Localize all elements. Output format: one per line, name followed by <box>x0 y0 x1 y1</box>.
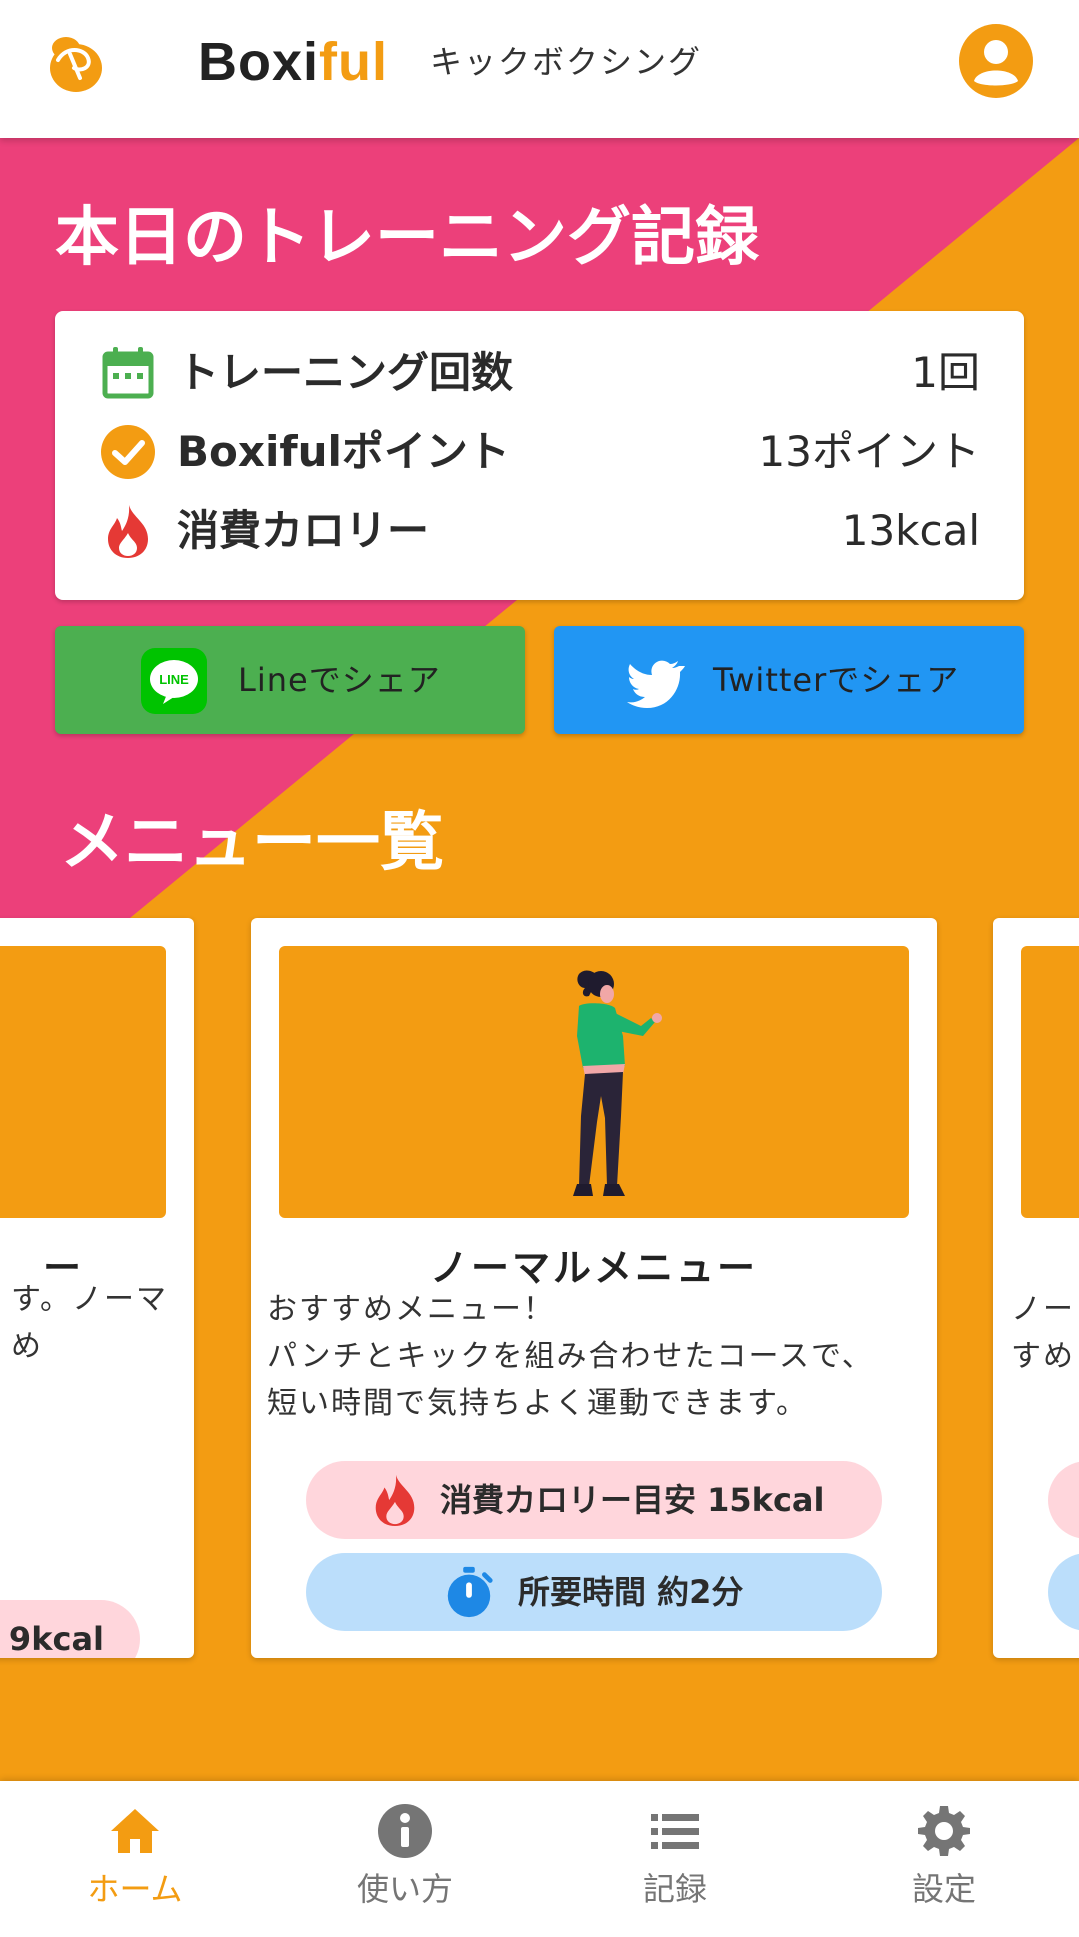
share-twitter-label: Twitterでシェア <box>713 661 960 699</box>
menu-card[interactable]: ノー すめ <box>993 918 1079 1658</box>
stat-calories: 消費カロリー 13kcal <box>55 495 1024 565</box>
nav-label: 記録 <box>642 1870 707 1908</box>
menu-card-description: ノー すめ <box>1011 1292 1075 1374</box>
share-twitter-button[interactable]: Twitterでシェア <box>554 626 1024 734</box>
today-title: 本日のトレーニング記録 <box>55 201 759 275</box>
time-pill <box>1048 1553 1079 1631</box>
line-icon-text: LINE <box>159 672 189 687</box>
stopwatch-icon <box>447 1566 493 1618</box>
brand-title: Boxiful <box>198 32 389 92</box>
stat-value: 13ポイント <box>758 427 980 476</box>
nav-records[interactable]: 記録 <box>540 1781 810 1937</box>
nav-label: 設定 <box>911 1870 976 1908</box>
app-subtitle: キックボクシング <box>430 43 703 81</box>
check-circle-icon <box>101 425 155 479</box>
menu-card[interactable]: ー す。ノーマ め 9kcal 分 <box>0 918 194 1658</box>
menu-card-normal[interactable]: ノーマルメニュー おすすめメニュー！ パンチとキックを組み合わせたコースで、 短… <box>251 918 937 1658</box>
menu-card-image <box>279 946 909 1218</box>
calorie-pill: 9kcal <box>0 1600 140 1658</box>
calorie-text: 9kcal <box>8 1620 104 1658</box>
info-icon <box>378 1804 432 1858</box>
calendar-icon <box>102 347 154 399</box>
menu-card-description: す。ノーマ め <box>11 1282 168 1364</box>
stat-value: 13kcal <box>841 506 980 555</box>
bottom-navigation: ホーム 使い方 記録 設定 <box>0 1781 1079 1937</box>
flame-icon <box>375 1474 415 1527</box>
main-content: 本日のトレーニング記録 トレーニング回数 1回 Boxifulポイント 13ポイ… <box>0 138 1079 1781</box>
gear-icon <box>918 1806 970 1856</box>
time-text: 所要時間 約2分 <box>518 1573 744 1611</box>
list-icon <box>651 1814 699 1849</box>
woman-illustration <box>573 970 662 1196</box>
nav-how-to-use[interactable]: 使い方 <box>270 1781 540 1937</box>
home-icon <box>111 1809 159 1853</box>
flame-icon <box>108 505 148 558</box>
stat-label: 消費カロリー <box>177 506 430 555</box>
training-stats-card: トレーニング回数 1回 Boxifulポイント 13ポイント 消費カロリー 13… <box>55 311 1024 600</box>
share-line-button[interactable]: LINE Lineでシェア <box>55 626 525 734</box>
menu-card-image <box>0 946 166 1218</box>
stat-label: Boxifulポイント <box>177 427 510 476</box>
share-line-label: Lineでシェア <box>238 661 441 699</box>
menu-card-image <box>1021 946 1079 1218</box>
stat-training-count: トレーニング回数 1回 <box>55 337 1024 407</box>
line-icon: LINE <box>141 648 207 714</box>
time-pill: 所要時間 約2分 <box>306 1553 882 1631</box>
calorie-pill: 消費カロリー目安 15kcal <box>306 1461 882 1539</box>
nav-label: ホーム <box>87 1870 183 1908</box>
menu-title: メニュー一覧 <box>60 806 444 880</box>
stat-boxiful-points: Boxifulポイント 13ポイント <box>55 416 1024 486</box>
menu-card-description: おすすめメニュー！ パンチとキックを組み合わせたコースで、 短い時間で気持ちよく… <box>267 1292 874 1421</box>
account-icon[interactable] <box>958 23 1034 99</box>
app-header: Boxiful キックボクシング <box>0 0 1079 138</box>
calorie-pill <box>1048 1461 1079 1539</box>
nav-label: 使い方 <box>356 1870 453 1908</box>
boxiful-logo-icon[interactable] <box>44 32 112 96</box>
calorie-text: 消費カロリー目安 15kcal <box>440 1481 825 1519</box>
stat-value: 1回 <box>911 348 980 397</box>
stat-label: トレーニング回数 <box>177 348 514 397</box>
twitter-icon <box>627 660 685 708</box>
nav-home[interactable]: ホーム <box>0 1781 270 1937</box>
nav-settings[interactable]: 設定 <box>809 1781 1079 1937</box>
